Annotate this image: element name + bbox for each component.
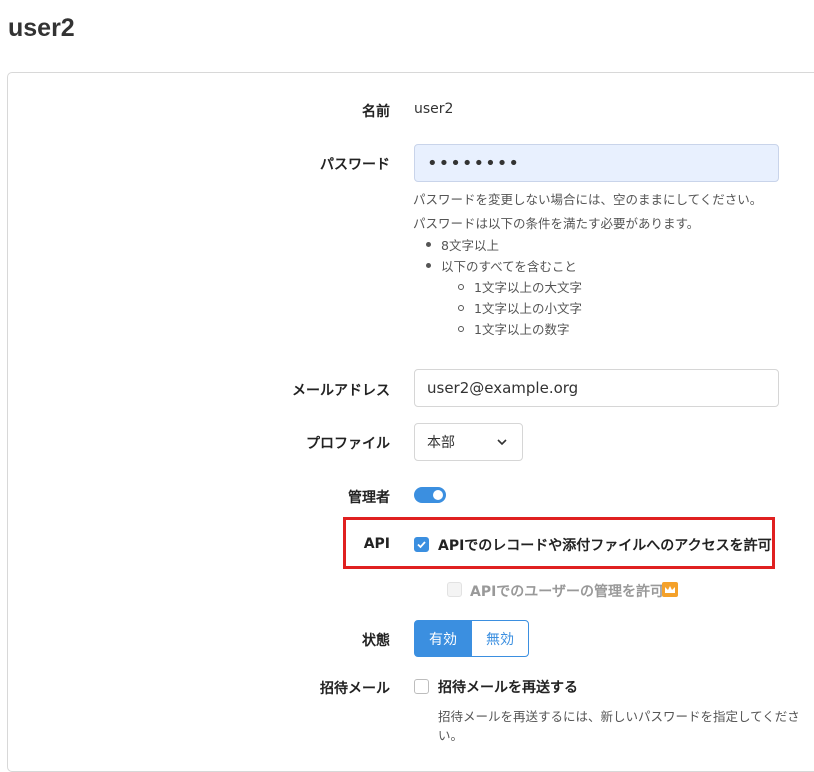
api-records-checkbox[interactable] (414, 537, 429, 552)
status-label: 状態 (362, 633, 390, 649)
profile-select-value: 本部 (427, 435, 455, 451)
password-label: パスワード (320, 157, 390, 173)
list-item: 1文字以上の数字 (458, 319, 569, 338)
list-item: 以下のすべてを含むこと (426, 256, 577, 275)
admin-label: 管理者 (348, 490, 390, 506)
list-item: 8文字以上 (426, 235, 499, 254)
invite-resend-label[interactable]: 招待メールを再送する (438, 677, 578, 697)
profile-select[interactable]: 本部 (414, 423, 523, 461)
status-option-disabled[interactable]: 無効 (471, 620, 529, 657)
crown-icon (662, 582, 678, 597)
email-label: メールアドレス (292, 383, 390, 399)
password-help-keep: パスワードを変更しない場合には、空のままにしてください。 (413, 192, 763, 207)
password-field[interactable]: •••••••• (414, 144, 779, 182)
chevron-down-icon (496, 436, 508, 448)
list-item: 1文字以上の小文字 (458, 298, 582, 317)
name-value: user2 (414, 101, 454, 117)
invite-help: 招待メールを再送するには、新しいパスワードを指定してください。 (438, 709, 800, 743)
status-option-enabled[interactable]: 有効 (414, 620, 472, 657)
profile-label: プロファイル (306, 436, 390, 452)
admin-toggle[interactable] (414, 487, 446, 503)
api-records-label[interactable]: APIでのレコードや添付ファイルへのアクセスを許可 (438, 535, 772, 555)
invite-resend-checkbox[interactable] (414, 679, 429, 694)
name-label: 名前 (362, 104, 390, 120)
api-user-admin-checkbox[interactable] (447, 582, 462, 597)
invite-label: 招待メール (320, 681, 390, 697)
list-item: 1文字以上の大文字 (458, 277, 582, 296)
email-field[interactable]: user2@example.org (414, 369, 779, 407)
api-label: API (363, 536, 390, 552)
toggle-knob (433, 490, 443, 500)
page-title: user2 (8, 14, 75, 42)
api-user-admin-label: APIでのユーザーの管理を許可 (470, 584, 665, 600)
password-help-rules: パスワードは以下の条件を満たす必要があります。 (413, 216, 700, 231)
